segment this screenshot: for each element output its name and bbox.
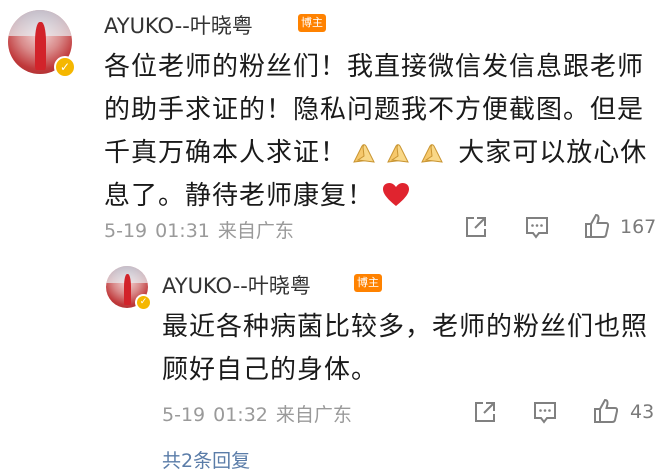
share-icon[interactable]: [463, 214, 489, 240]
avatar-figure: [123, 273, 132, 306]
pray-hands-emoji: [353, 144, 375, 163]
red-heart-emoji: [383, 183, 410, 206]
thumbs-up-icon[interactable]: [592, 397, 620, 425]
comment-source: 来自广东: [217, 220, 294, 242]
v-badge-icon: ✓: [135, 294, 152, 311]
comment-line: 千真万确本人求证！ 大家可以放心休: [104, 132, 664, 175]
comment-line-text: 息了。静待老师康复！: [104, 181, 375, 211]
reply-date: 5-19: [162, 404, 206, 426]
reply-source: 来自广东: [275, 404, 352, 426]
reply-meta: 5-19 01:32 来自广东: [162, 400, 360, 427]
pray-hands-emoji: [421, 144, 443, 163]
comment-icon[interactable]: [524, 214, 550, 240]
reply-line: 最近各种病菌比较多，老师的粉丝们也照: [162, 312, 649, 342]
share-icon[interactable]: [472, 399, 498, 425]
reply-time: 01:32: [213, 404, 268, 426]
comment-text: 各位老师的粉丝们！我直接微信发信息跟老师 的助手求证的！隐私问题我不方便截图。但…: [104, 46, 664, 218]
user-name[interactable]: AYUKO--叶晓粤: [162, 270, 311, 300]
comment-line-text: 千真万确本人求证！: [104, 138, 348, 168]
reply-text: 最近各种病菌比较多，老师的粉丝们也照 顾好自己的身体。: [162, 306, 662, 392]
comment-time: 01:31: [155, 220, 210, 242]
blogger-badge: 博主: [298, 14, 326, 32]
pray-hands-emoji: [387, 144, 409, 163]
avatar-figure: [34, 21, 47, 70]
v-badge-icon: ✓: [54, 56, 76, 78]
comment-line: 息了。静待老师康复！: [104, 175, 664, 218]
comment-date: 5-19: [104, 220, 148, 242]
comment-line: 各位老师的粉丝们！我直接微信发信息跟老师: [104, 52, 645, 82]
comment-meta: 5-19 01:31 来自广东: [104, 216, 302, 243]
thumbs-up-icon[interactable]: [583, 212, 611, 240]
comment-line: 的助手求证的！隐私问题我不方便截图。但是: [104, 95, 645, 125]
blogger-badge: 博主: [354, 274, 382, 292]
like-count: 43: [630, 401, 655, 423]
user-name[interactable]: AYUKO--叶晓粤: [104, 10, 253, 40]
comment-icon[interactable]: [532, 399, 558, 425]
comment-line-text: 大家可以放心休: [458, 138, 648, 168]
like-count: 167: [620, 216, 657, 238]
reply-line: 顾好自己的身体。: [162, 355, 379, 385]
more-replies-link[interactable]: 共2条回复: [162, 446, 250, 473]
